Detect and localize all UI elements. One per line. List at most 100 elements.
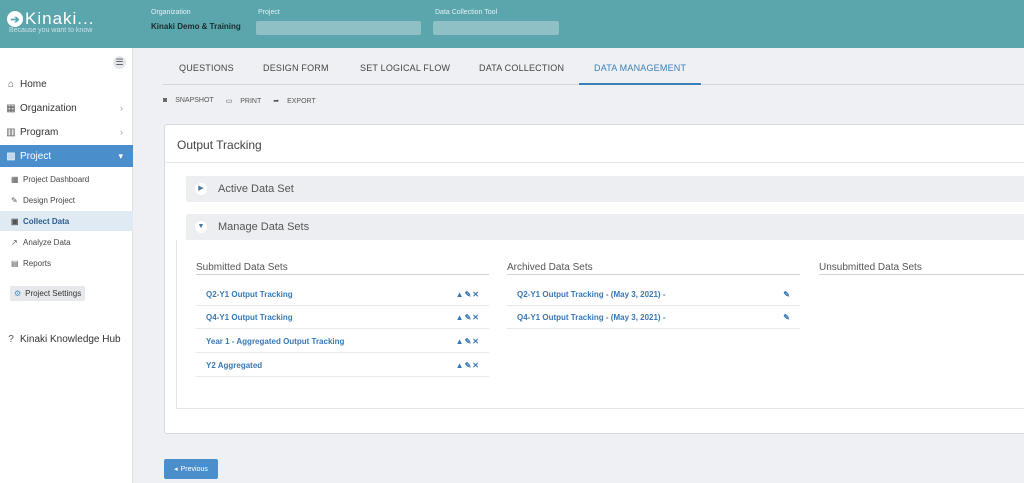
table-row: Y2 Aggregated ▲✎✕ [196, 354, 489, 377]
archived-dataset-link[interactable]: Q2-Y1 Output Tracking - (May 3, 2021) - [517, 290, 665, 299]
sub-label: Project Dashboard [23, 174, 90, 184]
divider [165, 162, 1024, 163]
nav-home-label: Home [20, 78, 47, 90]
building-icon: ▦ [6, 102, 16, 114]
sub-reports[interactable]: ▤ Reports [0, 253, 133, 273]
row-actions: ✎ [783, 290, 791, 299]
sub-label: Reports [23, 258, 52, 268]
upload-icon[interactable]: ▲ [456, 313, 465, 322]
sub-label: Collect Data [23, 216, 70, 226]
table-row: Year 1 - Aggregated Output Tracking ▲✎✕ [196, 330, 489, 353]
tab-data-collection[interactable]: DATA COLLECTION [479, 54, 564, 85]
tab-set-logical-flow[interactable]: SET LOGICAL FLOW [360, 54, 450, 85]
archived-dataset-link[interactable]: Q4-Y1 Output Tracking - (May 3, 2021) - [517, 313, 665, 322]
tab-questions[interactable]: QUESTIONS [179, 54, 234, 85]
submitted-dataset-link[interactable]: Q4-Y1 Output Tracking [206, 313, 293, 322]
print-button[interactable]: ▭ PRINT [226, 97, 268, 105]
export-icon: ➦ [273, 98, 282, 105]
project-label: Project [258, 9, 280, 16]
panel-title: Output Tracking [177, 138, 262, 152]
table-row: Q4-Y1 Output Tracking ▲✎✕ [196, 306, 489, 329]
logo[interactable]: ➔ Kinaki... [7, 9, 94, 29]
project-settings-button[interactable]: ⚙ Project Settings [10, 286, 86, 301]
table-row: Q4-Y1 Output Tracking - (May 3, 2021) - ✎ [507, 306, 800, 329]
previous-label: Previous [180, 465, 208, 473]
row-actions: ✎ [783, 313, 791, 322]
upload-icon[interactable]: ▲ [456, 361, 465, 370]
nav-hub-label: Kinaki Knowledge Hub [20, 333, 121, 345]
project-value-redacted[interactable] [256, 21, 421, 35]
manage-data-sets-bar[interactable]: ▼ Manage Data Sets [186, 214, 1024, 240]
tab-design-form[interactable]: DESIGN FORM [263, 54, 329, 85]
sub-label: Design Project [23, 195, 76, 205]
archived-header: Archived Data Sets [507, 262, 593, 273]
brand-tagline: Because you want to know [9, 27, 93, 34]
export-label: EXPORT [287, 98, 316, 105]
upload-icon[interactable]: ▲ [456, 337, 465, 346]
dashboard-icon: ▦ [11, 174, 19, 184]
collect-icon: ▣ [11, 216, 19, 226]
chevron-right-icon: › [120, 103, 123, 113]
tool-value-redacted[interactable] [433, 21, 559, 35]
chevron-right-icon: › [120, 127, 123, 137]
row-actions: ▲✎✕ [456, 313, 480, 322]
caret-right-icon: ▶ [195, 183, 207, 195]
submitted-header: Submitted Data Sets [196, 262, 288, 273]
nav-project-label: Project [20, 150, 52, 162]
sub-project-dashboard[interactable]: ▦ Project Dashboard [0, 169, 133, 189]
submitted-dataset-link[interactable]: Y2 Aggregated [206, 361, 262, 370]
menu-toggle-icon[interactable]: ☰ [113, 56, 126, 69]
active-data-set-bar[interactable]: ▶ Active Data Set [186, 176, 1024, 202]
submitted-dataset-link[interactable]: Q2-Y1 Output Tracking [206, 290, 293, 299]
unsubmitted-header: Unsubmitted Data Sets [819, 262, 922, 273]
row-actions: ▲✎✕ [456, 290, 480, 299]
arrow-right-circle-icon: ➔ [7, 11, 23, 27]
project-settings-label: Project Settings [25, 289, 82, 298]
sub-collect-data[interactable]: ▣ Collect Data [0, 211, 133, 231]
nav-knowledge-hub[interactable]: ? Kinaki Knowledge Hub [0, 328, 133, 350]
sub-design-project[interactable]: ✎ Design Project [0, 190, 133, 210]
brand-header[interactable]: ➔ Kinaki... Because you want to know [0, 0, 133, 48]
output-tracking-panel: Output Tracking ▶ Active Data Set ▼ Manage… [164, 124, 1024, 434]
nav-program[interactable]: ▥ Program › [0, 121, 133, 143]
delete-icon[interactable]: ✕ [472, 361, 480, 370]
org-value[interactable]: Kinaki Demo & Training [151, 22, 241, 31]
row-actions: ▲✎✕ [456, 361, 480, 370]
bars-icon: ▥ [6, 126, 16, 138]
top-bar: Organization Kinaki Demo & Training Proj… [133, 0, 1024, 48]
nav-program-label: Program [20, 126, 59, 138]
chart-icon: ↗ [11, 237, 18, 247]
nav-organization[interactable]: ▦ Organization › [0, 97, 133, 119]
tab-data-management[interactable]: DATA MANAGEMENT [579, 54, 702, 85]
nav-project[interactable]: ▩ Project ▾ [0, 145, 133, 167]
submitted-dataset-link[interactable]: Year 1 - Aggregated Output Tracking [206, 337, 344, 346]
nav-organization-label: Organization [20, 102, 77, 114]
divider [507, 274, 800, 275]
divider [819, 274, 1024, 275]
export-button[interactable]: ➦ EXPORT [273, 97, 321, 105]
chevron-down-icon: ▾ [118, 150, 123, 161]
delete-icon[interactable]: ✕ [472, 337, 480, 346]
snapshot-label: SNAPSHOT [175, 97, 214, 104]
sub-label: Analyze Data [23, 237, 71, 247]
camera-icon: ◙ [163, 97, 170, 104]
sub-analyze-data[interactable]: ↗ Analyze Data [0, 232, 133, 252]
help-circle-icon: ? [8, 333, 14, 345]
edit-icon[interactable]: ✎ [783, 290, 791, 299]
active-data-set-label: Active Data Set [218, 183, 294, 195]
edit-icon[interactable]: ✎ [783, 313, 791, 322]
delete-icon[interactable]: ✕ [472, 290, 480, 299]
snapshot-button[interactable]: ◙ SNAPSHOT [163, 97, 220, 105]
home-icon: ⌂ [7, 78, 15, 90]
manage-data-sets-label: Manage Data Sets [218, 221, 310, 233]
gear-icon: ⚙ [14, 289, 22, 298]
printer-icon: ▭ [225, 98, 235, 105]
pencil-icon: ✎ [11, 195, 18, 205]
previous-button[interactable]: ◂ Previous [164, 459, 218, 479]
table-row: Q2-Y1 Output Tracking - (May 3, 2021) - ✎ [507, 283, 800, 306]
nav-home[interactable]: ⌂ Home [0, 73, 133, 95]
delete-icon[interactable]: ✕ [472, 313, 480, 322]
upload-icon[interactable]: ▲ [456, 290, 465, 299]
divider [196, 274, 489, 275]
table-row: Q2-Y1 Output Tracking ▲✎✕ [196, 283, 489, 306]
